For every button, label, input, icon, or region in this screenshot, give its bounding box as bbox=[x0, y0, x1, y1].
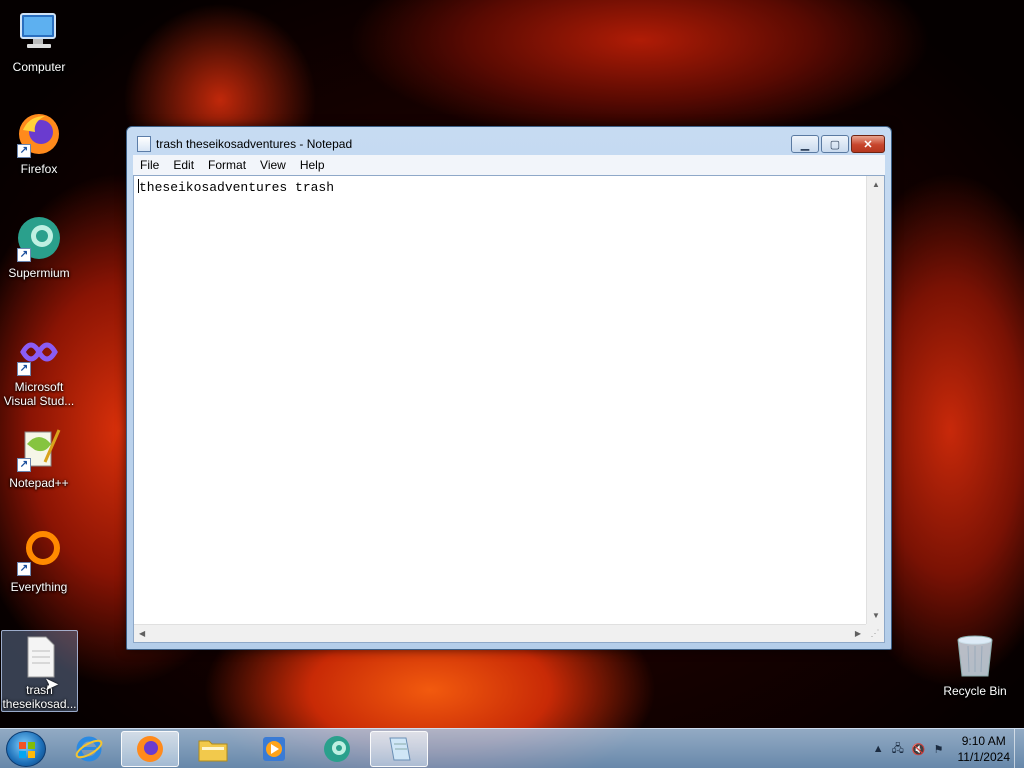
desktop-icon-label: trash theseikosad... bbox=[2, 683, 77, 711]
scroll-down-icon[interactable]: ▼ bbox=[872, 611, 880, 620]
scroll-right-icon[interactable]: ▶ bbox=[855, 629, 861, 638]
menu-help[interactable]: Help bbox=[293, 158, 332, 172]
desktop-icon-firefox[interactable]: ↗ Firefox bbox=[0, 110, 78, 176]
desktop-icon-computer[interactable]: Computer bbox=[0, 8, 78, 74]
firefox-icon: ↗ bbox=[15, 110, 63, 158]
shortcut-arrow-icon: ↗ bbox=[17, 362, 31, 376]
close-icon: ✕ bbox=[863, 138, 873, 151]
window-titlebar[interactable]: trash theseikosadventures - Notepad ▁ ▢ … bbox=[127, 127, 891, 157]
taskbar-internet-explorer[interactable] bbox=[60, 731, 118, 767]
desktop-icon-trash-file[interactable]: trash theseikosad... bbox=[1, 630, 78, 712]
menu-edit[interactable]: Edit bbox=[166, 158, 201, 172]
menu-view[interactable]: View bbox=[253, 158, 293, 172]
taskbar-firefox[interactable] bbox=[121, 731, 179, 767]
shortcut-arrow-icon: ↗ bbox=[17, 248, 31, 262]
clock-time: 9:10 AM bbox=[961, 734, 1006, 748]
desktop-icon-label: Supermium bbox=[8, 266, 70, 280]
minimize-icon: ▁ bbox=[800, 138, 810, 151]
folder-icon bbox=[198, 740, 228, 762]
recycle-bin-icon bbox=[951, 632, 999, 680]
mouse-cursor-icon: ➤ bbox=[44, 674, 60, 694]
notepad-icon bbox=[137, 136, 151, 152]
taskbar: ▲ 🖧 🔇 ⚑ 9:10 AM 11/1/2024 bbox=[0, 728, 1024, 768]
desktop-icon-label: Recycle Bin bbox=[943, 684, 1007, 698]
taskbar-windows-explorer[interactable] bbox=[184, 731, 242, 767]
desktop-icon-label: Computer bbox=[12, 60, 66, 74]
desktop-icon-everything[interactable]: ↗ Everything bbox=[0, 528, 78, 594]
notepad-window: trash theseikosadventures - Notepad ▁ ▢ … bbox=[126, 126, 892, 650]
volume-muted-icon[interactable]: 🔇 bbox=[912, 743, 926, 756]
desktop-icon-recycle-bin[interactable]: Recycle Bin bbox=[936, 632, 1014, 698]
clock-date: 11/1/2024 bbox=[957, 750, 1011, 764]
close-button[interactable]: ✕ bbox=[851, 135, 885, 153]
minimize-button[interactable]: ▁ bbox=[791, 135, 819, 153]
shortcut-arrow-icon: ↗ bbox=[17, 144, 31, 158]
maximize-icon: ▢ bbox=[829, 138, 841, 151]
everything-icon: ↗ bbox=[15, 528, 63, 576]
shortcut-arrow-icon: ↗ bbox=[17, 458, 31, 472]
windows-logo-icon bbox=[19, 742, 35, 758]
firefox-icon bbox=[137, 736, 163, 762]
desktop-icon-notepadpp[interactable]: ↗ Notepad++ bbox=[0, 424, 78, 490]
text-editor[interactable]: theseikosadventures trash ▲ ▼ ◀ ▶ ⋰ bbox=[133, 175, 885, 643]
action-center-flag-icon[interactable]: ⚑ bbox=[934, 743, 944, 756]
notepadpp-icon: ↗ bbox=[15, 424, 63, 472]
horizontal-scrollbar[interactable]: ◀ ▶ bbox=[134, 624, 866, 642]
media-player-icon bbox=[263, 737, 285, 761]
desktop-icon-supermium[interactable]: ↗ Supermium bbox=[0, 214, 78, 280]
menu-file[interactable]: File bbox=[133, 158, 166, 172]
supermium-icon: ↗ bbox=[15, 214, 63, 262]
desktop-icon-label: Everything bbox=[10, 580, 68, 594]
scroll-left-icon[interactable]: ◀ bbox=[139, 629, 145, 638]
resize-grip-icon[interactable]: ⋰ bbox=[866, 624, 884, 642]
vertical-scrollbar[interactable]: ▲ ▼ bbox=[866, 176, 884, 624]
menu-bar: File Edit Format View Help bbox=[133, 155, 885, 175]
internet-explorer-icon bbox=[75, 736, 103, 762]
document-text: theseikosadventures trash bbox=[139, 180, 335, 195]
desktop-icon-label: Firefox bbox=[20, 162, 58, 176]
clock[interactable]: 9:10 AM 11/1/2024 bbox=[958, 733, 1011, 765]
menu-format[interactable]: Format bbox=[201, 158, 253, 172]
taskbar-media-player[interactable] bbox=[245, 731, 303, 767]
desktop-icon-label: Notepad++ bbox=[9, 476, 69, 490]
show-desktop-button[interactable] bbox=[1014, 729, 1024, 768]
taskbar-notepad[interactable] bbox=[370, 731, 428, 767]
shortcut-arrow-icon: ↗ bbox=[17, 562, 31, 576]
visual-studio-icon: ↗ bbox=[15, 328, 63, 376]
system-tray: ▲ 🖧 🔇 ⚑ 9:10 AM 11/1/2024 bbox=[865, 729, 1010, 768]
text-editor-content[interactable]: theseikosadventures trash bbox=[136, 178, 864, 620]
taskbar-supermium[interactable] bbox=[308, 731, 366, 767]
notepad-icon bbox=[389, 737, 411, 761]
text-file-icon bbox=[16, 635, 64, 679]
supermium-icon bbox=[324, 736, 350, 762]
desktop-icon-visual-studio[interactable]: ↗ Microsoft Visual Stud... bbox=[0, 328, 78, 408]
scroll-up-icon[interactable]: ▲ bbox=[872, 180, 880, 189]
computer-icon bbox=[15, 8, 63, 56]
maximize-button[interactable]: ▢ bbox=[821, 135, 849, 153]
show-hidden-icons-icon[interactable]: ▲ bbox=[873, 743, 884, 755]
window-controls: ▁ ▢ ✕ bbox=[789, 135, 885, 153]
window-title: trash theseikosadventures - Notepad bbox=[156, 137, 353, 151]
network-icon[interactable]: 🖧 bbox=[892, 740, 904, 759]
start-button[interactable] bbox=[6, 731, 46, 767]
desktop-icon-label: Microsoft Visual Stud... bbox=[3, 380, 75, 408]
